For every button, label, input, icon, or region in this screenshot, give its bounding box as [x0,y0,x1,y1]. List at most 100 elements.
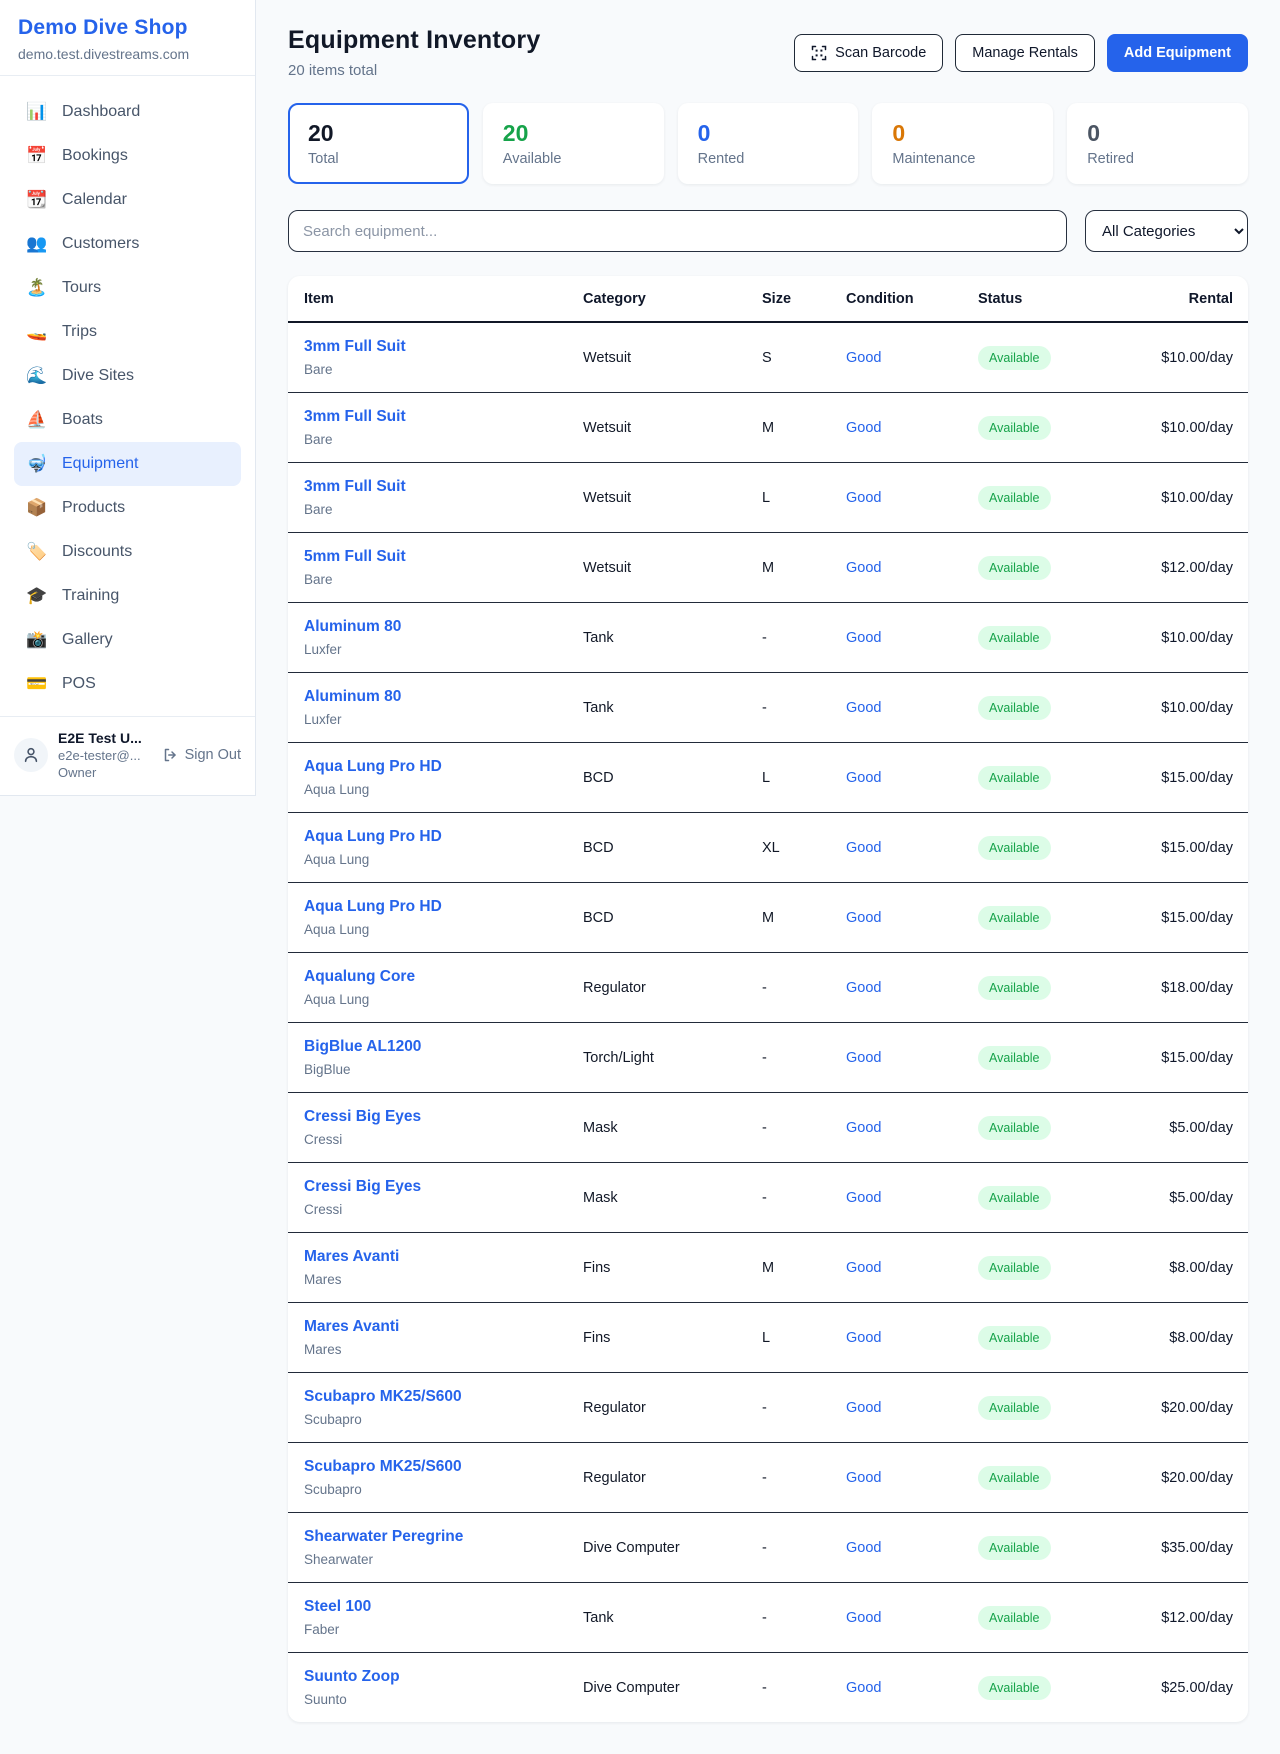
condition-link[interactable]: Good [846,1120,881,1136]
search-input[interactable] [288,210,1067,252]
item-name-link[interactable]: 3mm Full Suit [304,477,583,497]
condition-link[interactable]: Good [846,770,881,786]
item-name-link[interactable]: Mares Avanti [304,1317,583,1337]
equipment-icon: 🤿 [26,454,48,474]
condition-link[interactable]: Good [846,420,881,436]
stat-card-rented[interactable]: 0 Rented [678,103,859,184]
item-name-link[interactable]: Scubapro MK25/S600 [304,1457,583,1477]
sidebar-item-training[interactable]: 🎓 Training [14,574,241,618]
condition-link[interactable]: Good [846,980,881,996]
item-name-link[interactable]: Shearwater Peregrine [304,1527,583,1547]
condition-link[interactable]: Good [846,1050,881,1066]
item-category: Regulator [583,953,762,1023]
item-name-link[interactable]: 3mm Full Suit [304,407,583,427]
sidebar-item-equipment[interactable]: 🤿 Equipment [14,442,241,486]
item-size: - [762,673,846,743]
trips-icon: 🚤 [26,322,48,342]
scan-barcode-button[interactable]: Scan Barcode [794,34,943,72]
pos-icon: 💳 [26,674,48,694]
condition-link[interactable]: Good [846,1400,881,1416]
condition-link[interactable]: Good [846,1260,881,1276]
stat-label: Retired [1087,151,1228,167]
item-category: Dive Computer [583,1653,762,1723]
sign-out-button[interactable]: Sign Out [162,747,241,763]
sidebar-item-dashboard[interactable]: 📊 Dashboard [14,90,241,134]
sidebar-item-customers[interactable]: 👥 Customers [14,222,241,266]
item-category: BCD [583,883,762,953]
table-row: 3mm Full Suit Bare Wetsuit S Good Availa… [288,322,1248,393]
item-size: - [762,1163,846,1233]
column-header-status: Status [978,276,1148,322]
rental-price: $35.00/day [1148,1513,1248,1583]
condition-link[interactable]: Good [846,840,881,856]
item-category: Wetsuit [583,393,762,463]
stat-card-available[interactable]: 20 Available [483,103,664,184]
category-select[interactable]: All Categories [1085,210,1248,252]
sidebar-item-gallery[interactable]: 📸 Gallery [14,618,241,662]
item-category: Regulator [583,1373,762,1443]
item-name-link[interactable]: Aqualung Core [304,967,583,987]
condition-link[interactable]: Good [846,1470,881,1486]
rental-price: $10.00/day [1148,322,1248,393]
item-brand: Bare [304,501,583,518]
item-name-link[interactable]: Mares Avanti [304,1247,583,1267]
condition-link[interactable]: Good [846,350,881,366]
item-name-link[interactable]: Aqua Lung Pro HD [304,827,583,847]
item-name-link[interactable]: Aqua Lung Pro HD [304,897,583,917]
sidebar-item-discounts[interactable]: 🏷️ Discounts [14,530,241,574]
item-name-link[interactable]: Cressi Big Eyes [304,1177,583,1197]
sidebar-item-label: Bookings [62,147,128,165]
condition-link[interactable]: Good [846,560,881,576]
table-row: Scubapro MK25/S600 Scubapro Regulator - … [288,1373,1248,1443]
sidebar-item-products[interactable]: 📦 Products [14,486,241,530]
condition-link[interactable]: Good [846,1540,881,1556]
condition-link[interactable]: Good [846,910,881,926]
stat-card-maintenance[interactable]: 0 Maintenance [872,103,1053,184]
sidebar-item-bookings[interactable]: 📅 Bookings [14,134,241,178]
item-brand: Shearwater [304,1551,583,1568]
status-badge: Available [978,766,1051,790]
item-name-link[interactable]: BigBlue AL1200 [304,1037,583,1057]
sidebar-item-trips[interactable]: 🚤 Trips [14,310,241,354]
dive-sites-icon: 🌊 [26,366,48,386]
brand-title: Demo Dive Shop [18,16,237,40]
item-name-link[interactable]: Aluminum 80 [304,687,583,707]
item-category: Fins [583,1233,762,1303]
table-row: Aluminum 80 Luxfer Tank - Good Available… [288,673,1248,743]
item-name-link[interactable]: Cressi Big Eyes [304,1107,583,1127]
item-name-link[interactable]: Aqua Lung Pro HD [304,757,583,777]
condition-link[interactable]: Good [846,490,881,506]
training-icon: 🎓 [26,586,48,606]
item-name-link[interactable]: Scubapro MK25/S600 [304,1387,583,1407]
condition-link[interactable]: Good [846,1190,881,1206]
condition-link[interactable]: Good [846,630,881,646]
sidebar-item-boats[interactable]: ⛵ Boats [14,398,241,442]
condition-link[interactable]: Good [846,700,881,716]
manage-rentals-button[interactable]: Manage Rentals [955,34,1095,72]
condition-link[interactable]: Good [846,1330,881,1346]
sidebar-item-calendar[interactable]: 📆 Calendar [14,178,241,222]
rental-price: $15.00/day [1148,813,1248,883]
item-name-link[interactable]: Suunto Zoop [304,1667,583,1687]
condition-link[interactable]: Good [846,1610,881,1626]
add-equipment-button[interactable]: Add Equipment [1107,34,1248,72]
item-brand: Bare [304,431,583,448]
item-category: Wetsuit [583,322,762,393]
sidebar-item-tours[interactable]: 🏝️ Tours [14,266,241,310]
item-name-link[interactable]: Aluminum 80 [304,617,583,637]
stat-card-retired[interactable]: 0 Retired [1067,103,1248,184]
stat-card-total[interactable]: 20 Total [288,103,469,184]
condition-link[interactable]: Good [846,1680,881,1696]
rental-price: $15.00/day [1148,1023,1248,1093]
status-badge: Available [978,906,1051,930]
item-name-link[interactable]: Steel 100 [304,1597,583,1617]
status-badge: Available [978,486,1051,510]
rental-price: $5.00/day [1148,1093,1248,1163]
sidebar-item-label: Products [62,499,125,517]
item-brand: Luxfer [304,641,583,658]
item-name-link[interactable]: 5mm Full Suit [304,547,583,567]
sidebar-item-dive-sites[interactable]: 🌊 Dive Sites [14,354,241,398]
sidebar-item-label: Training [62,587,119,605]
item-name-link[interactable]: 3mm Full Suit [304,337,583,357]
sidebar-item-pos[interactable]: 💳 POS [14,662,241,706]
